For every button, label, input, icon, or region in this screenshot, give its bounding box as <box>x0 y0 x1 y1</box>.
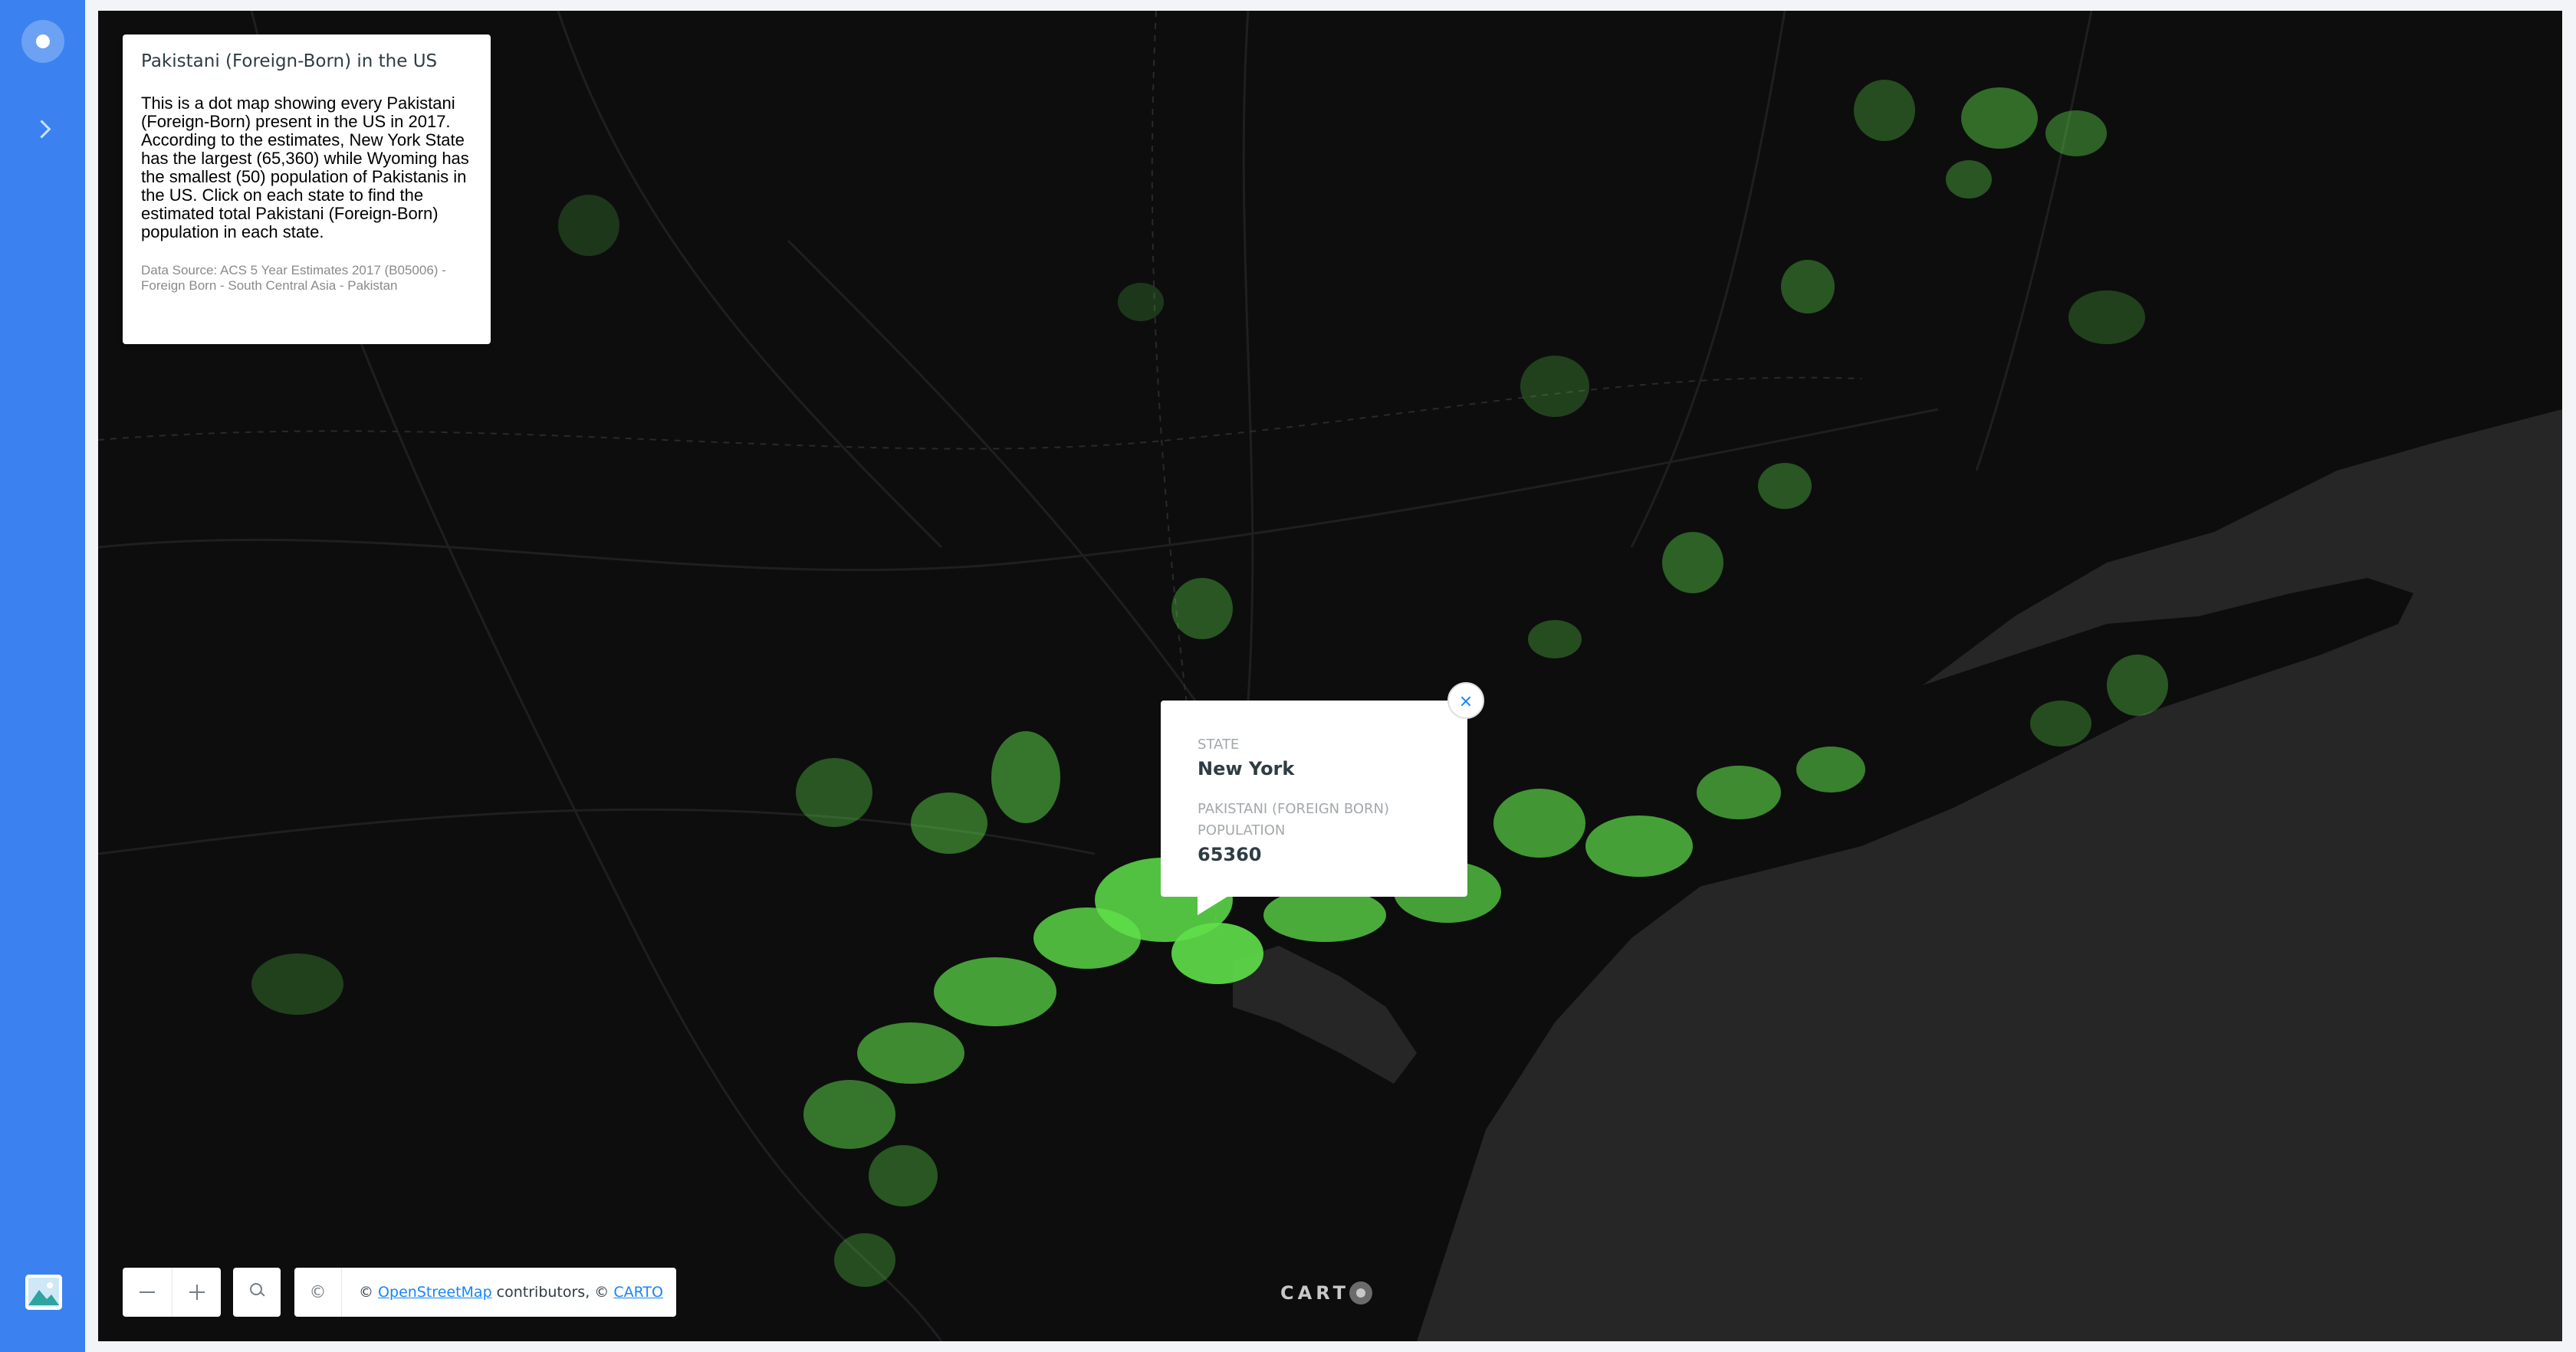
plus-icon[interactable] <box>172 1268 221 1317</box>
osm-link[interactable]: OpenStreetMap <box>378 1284 492 1301</box>
chevron-right-icon[interactable] <box>28 113 58 144</box>
carto-link[interactable]: CARTO <box>613 1284 663 1301</box>
minus-icon[interactable] <box>123 1268 172 1317</box>
carto-logo: CART <box>1280 1280 1380 1306</box>
circle-dot-icon[interactable] <box>21 20 64 63</box>
info-description: This is a dot map showing every Pakistan… <box>141 94 469 241</box>
carto-logo-dot <box>1349 1281 1372 1304</box>
legend-info-panel: Pakistani (Foreign-Born) in the US This … <box>123 34 491 344</box>
image-landscape-icon[interactable] <box>25 1275 62 1310</box>
attribution-text: © OpenStreetMap contributors, © CARTO <box>342 1284 663 1301</box>
info-title: Pakistani (Foreign-Born) in the US <box>141 51 438 71</box>
copyright-icon[interactable]: © <box>294 1268 342 1317</box>
popup-state-value: New York <box>1198 758 1295 779</box>
zoom-control <box>123 1268 221 1317</box>
carto-logo-text: CART <box>1280 1282 1349 1304</box>
popup-state-label: STATE <box>1198 737 1240 753</box>
state-popup: STATE New York PAKISTANI (FOREIGN BORN) … <box>1161 701 1467 915</box>
search-icon[interactable] <box>233 1268 281 1317</box>
popup-population-label: PAKISTANI (FOREIGN BORN) POPULATION <box>1198 801 1390 838</box>
info-source: Data Source: ACS 5 Year Estimates 2017 (… <box>141 263 446 293</box>
popup-population-value: 65360 <box>1198 844 1262 865</box>
attribution-middle: contributors, © <box>491 1284 614 1301</box>
close-icon[interactable] <box>1447 682 1484 719</box>
copyright-symbol: © <box>309 1282 327 1302</box>
attribution: © © OpenStreetMap contributors, © CARTO <box>294 1268 676 1317</box>
sidebar <box>0 0 85 1352</box>
attribution-prefix: © <box>359 1284 379 1301</box>
